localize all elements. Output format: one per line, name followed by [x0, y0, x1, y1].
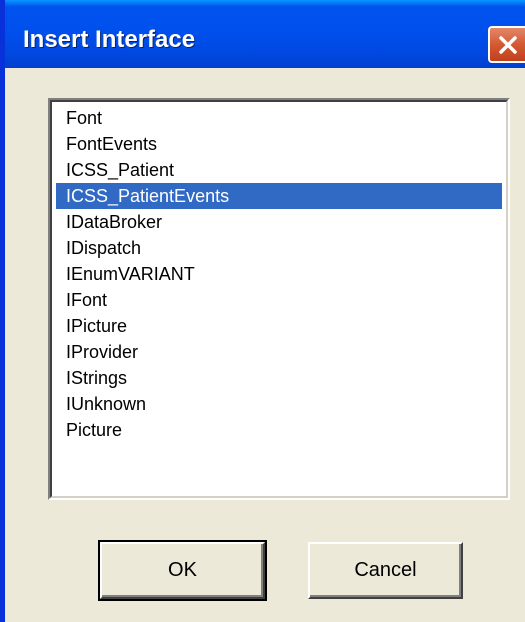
list-item[interactable]: IDispatch	[56, 235, 502, 261]
list-item[interactable]: IPicture	[56, 313, 502, 339]
list-item[interactable]: FontEvents	[56, 131, 502, 157]
list-item[interactable]: IUnknown	[56, 391, 502, 417]
title-bar[interactable]: Insert Interface	[5, 0, 525, 68]
close-button[interactable]	[488, 26, 525, 63]
list-item[interactable]: Font	[56, 105, 502, 131]
list-item[interactable]: IEnumVARIANT	[56, 261, 502, 287]
list-item[interactable]: Picture	[56, 417, 502, 443]
list-item[interactable]: IStrings	[56, 365, 502, 391]
list-item[interactable]: ICSS_Patient	[56, 157, 502, 183]
interface-listbox[interactable]: Font FontEvents ICSS_Patient ICSS_Patien…	[48, 98, 510, 500]
cancel-button[interactable]: Cancel	[308, 542, 463, 599]
window-title: Insert Interface	[23, 26, 196, 53]
ok-button[interactable]: OK	[98, 540, 267, 601]
interface-list: Font FontEvents ICSS_Patient ICSS_Patien…	[50, 100, 508, 498]
list-item[interactable]: IProvider	[56, 339, 502, 365]
list-item-selected[interactable]: ICSS_PatientEvents	[56, 183, 502, 209]
insert-interface-dialog: Insert Interface Font FontEvents ICSS_Pa…	[0, 0, 525, 622]
cancel-button-label: Cancel	[354, 559, 417, 581]
ok-button-label: OK	[168, 559, 197, 581]
list-item[interactable]: IFont	[56, 287, 502, 313]
list-item[interactable]: IDataBroker	[56, 209, 502, 235]
